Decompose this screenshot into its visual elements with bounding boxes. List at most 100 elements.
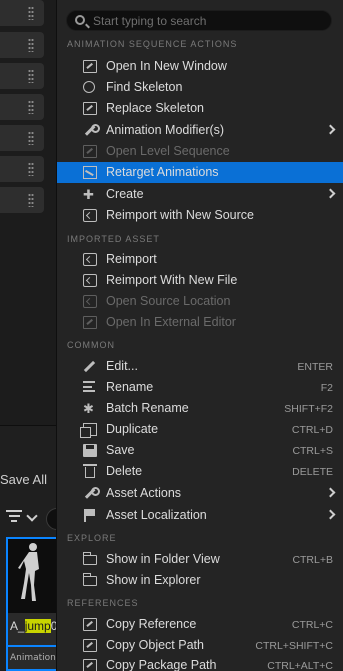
shortcut-label: CTRL+B [292, 554, 333, 566]
drag-handle-icon[interactable] [28, 162, 34, 176]
filter-icon[interactable] [6, 510, 22, 524]
modifier-icon [83, 124, 100, 137]
panel-row[interactable] [0, 32, 44, 58]
menu-item-retarget-animations[interactable]: Retarget Animations [57, 162, 343, 183]
shortcut-label: CTRL+C [291, 619, 333, 631]
mannequin-icon [18, 543, 39, 601]
shortcut-label: SHIFT+F2 [284, 403, 333, 415]
menu-search-box[interactable] [66, 10, 332, 31]
menu-item-reimport-with-new-file[interactable]: Reimport With New File [57, 270, 343, 291]
menu-item-animation-modifiers[interactable]: Animation Modifier(s) [57, 120, 343, 141]
menu-item-label: Copy Package Path [106, 658, 217, 671]
panel-row[interactable] [0, 156, 44, 182]
menu-item-edit[interactable]: Edit... ENTER [57, 356, 343, 377]
menu-item-label: Find Skeleton [106, 80, 183, 94]
menu-item-asset-actions[interactable]: Asset Actions [57, 483, 343, 504]
menu-item-show-in-explorer[interactable]: Show in Explorer [57, 570, 343, 591]
flag-icon [83, 509, 97, 522]
menu-item-rename[interactable]: Rename F2 [57, 377, 343, 398]
section-explore: EXPLORE [67, 533, 117, 543]
menu-item-copy-package-path[interactable]: Copy Package Path CTRL+ALT+C [57, 655, 343, 671]
menu-item-open-in-external-editor: Open In External Editor [57, 312, 343, 333]
menu-item-label: Open In External Editor [106, 315, 236, 329]
pencil-icon [83, 360, 97, 373]
save-icon [83, 444, 97, 457]
menu-item-delete[interactable]: Delete DELETE [57, 461, 343, 482]
menu-item-label: Replace Skeleton [106, 101, 204, 115]
shortcut-label: CTRL+D [291, 424, 333, 436]
create-sparkle-icon: ✚ [83, 187, 94, 202]
rename-icon [83, 381, 97, 394]
drag-handle-icon[interactable] [28, 100, 34, 114]
copy-icon [83, 639, 97, 652]
menu-item-label: Reimport with New Source [106, 208, 254, 222]
menu-item-reimport[interactable]: Reimport [57, 249, 343, 270]
panel-row[interactable] [0, 0, 44, 26]
section-common: COMMON [67, 340, 115, 350]
asset-thumbnail [8, 539, 56, 613]
trash-icon [83, 464, 97, 478]
menu-item-save[interactable]: Save CTRL+S [57, 440, 343, 461]
submenu-arrow-icon [325, 188, 336, 199]
drag-handle-icon[interactable] [28, 131, 34, 145]
search-icon [75, 15, 85, 25]
menu-item-label: Show in Explorer [106, 573, 201, 587]
menu-item-open-in-new-window[interactable]: Open In New Window [57, 56, 343, 77]
wrench-icon [83, 487, 100, 500]
menu-item-label: Retarget Animations [106, 165, 219, 179]
drag-handle-icon[interactable] [28, 6, 34, 20]
menu-item-find-skeleton[interactable]: Find Skeleton [57, 77, 343, 98]
source-location-icon [83, 295, 97, 308]
panel-row[interactable] [0, 125, 44, 151]
menu-item-copy-object-path[interactable]: Copy Object Path CTRL+SHIFT+C [57, 635, 343, 656]
menu-item-show-in-folder-view[interactable]: Show in Folder View CTRL+B [57, 549, 343, 570]
menu-item-batch-rename[interactable]: ✱ Batch Rename SHIFT+F2 [57, 398, 343, 419]
menu-item-copy-reference[interactable]: Copy Reference CTRL+C [57, 614, 343, 635]
drag-handle-icon[interactable] [28, 38, 34, 52]
section-animation-sequence-actions: ANIMATION SEQUENCE ACTIONS [67, 39, 238, 49]
menu-item-label: Open Source Location [106, 294, 231, 308]
menu-item-label: Open Level Sequence [106, 144, 230, 158]
panel-row[interactable] [0, 187, 44, 213]
menu-item-reimport-with-new-source[interactable]: Reimport with New Source [57, 205, 343, 226]
menu-item-replace-skeleton[interactable]: Replace Skeleton [57, 98, 343, 119]
menu-item-duplicate[interactable]: Duplicate CTRL+D [57, 419, 343, 440]
panel-row[interactable] [0, 94, 44, 120]
open-window-icon [83, 60, 97, 73]
asset-name: A_jump0 [10, 619, 57, 633]
menu-item-label: Copy Reference [106, 617, 197, 631]
shortcut-label: F2 [320, 382, 333, 394]
submenu-arrow-icon [325, 124, 336, 135]
save-all-button[interactable]: Save All [0, 472, 47, 487]
menu-item-label: Reimport [106, 252, 157, 266]
reimport-icon [83, 274, 97, 287]
menu-item-label: Animation Modifier(s) [106, 123, 225, 137]
menu-item-label: Open In New Window [106, 59, 227, 73]
menu-item-asset-localization[interactable]: Asset Localization [57, 505, 343, 526]
batch-rename-icon: ✱ [83, 401, 94, 416]
skeleton-icon [83, 81, 95, 93]
replace-skeleton-icon [83, 102, 97, 115]
menu-item-label: Edit... [106, 359, 138, 373]
section-imported-asset: IMPORTED ASSET [67, 234, 160, 244]
shortcut-label: CTRL+S [292, 445, 333, 457]
menu-search-input[interactable] [93, 13, 323, 29]
asset-type-strip [8, 645, 56, 647]
drag-handle-icon[interactable] [28, 69, 34, 83]
submenu-arrow-icon [325, 487, 336, 498]
shortcut-label: CTRL+ALT+C [267, 660, 333, 671]
shortcut-label: ENTER [297, 361, 333, 373]
menu-item-create[interactable]: ✚ Create [57, 184, 343, 205]
menu-item-label: Duplicate [106, 422, 159, 436]
menu-item-label: Delete [106, 464, 143, 478]
external-editor-icon [83, 316, 97, 329]
panel-row[interactable] [0, 63, 44, 89]
copy-icon [83, 659, 97, 671]
duplicate-icon [80, 423, 97, 438]
copy-icon [83, 618, 97, 631]
folder-search-icon [83, 552, 97, 565]
level-sequence-icon [83, 145, 97, 158]
drag-handle-icon[interactable] [28, 193, 34, 207]
retarget-icon [83, 166, 97, 179]
asset-tile[interactable]: A_jump0 Animation S [6, 537, 64, 671]
